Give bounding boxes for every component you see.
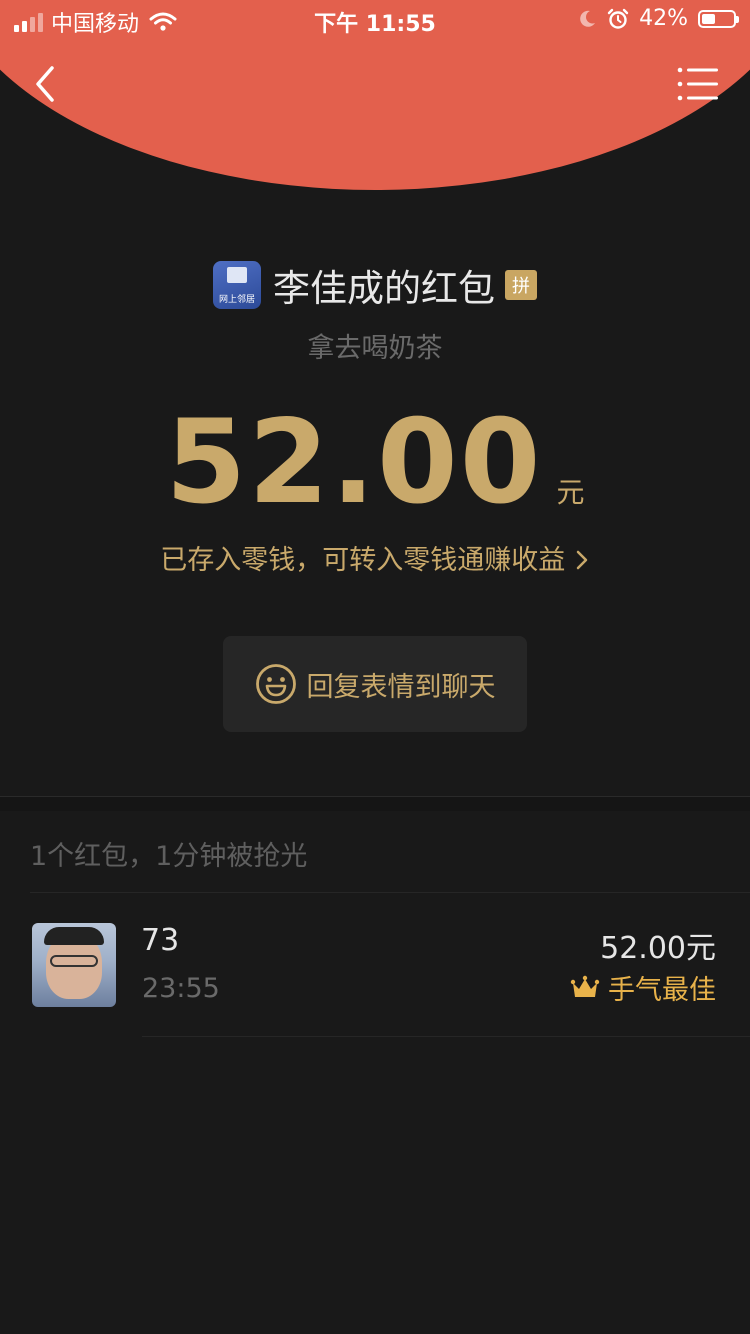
chevron-right-icon (576, 550, 588, 570)
status-bar: 中国移动 下午 11:55 42% (0, 0, 750, 40)
receive-time: 23:55 (142, 973, 220, 1004)
sender-avatar[interactable]: 网上邻居 (213, 261, 261, 309)
menu-button[interactable] (676, 64, 720, 104)
amount-unit: 元 (556, 476, 585, 509)
battery-fill (702, 13, 715, 24)
deposit-link-label: 已存入零钱，可转入零钱通赚收益 (160, 545, 574, 576)
receiver-avatar[interactable] (32, 923, 116, 1007)
best-luck-label: 手气最佳 (608, 975, 716, 1006)
record-row[interactable]: 73 23:55 52.00元 手气最佳 (0, 893, 750, 1037)
sender-avatar-text: 网上邻居 (218, 295, 255, 305)
battery-percent: 42% (639, 6, 688, 31)
back-button[interactable] (28, 62, 68, 106)
status-right: 42% (577, 6, 739, 31)
smiley-icon (255, 664, 296, 704)
amount-value: 52.00 (165, 395, 543, 530)
battery-icon (698, 9, 739, 28)
amount-row: 52.00 元 (0, 395, 750, 530)
sender-title: 李佳成的红包 (273, 267, 495, 310)
receiver-name: 73 (141, 923, 180, 958)
pin-badge: 拼 (505, 270, 537, 300)
crown-icon (570, 975, 600, 997)
moon-icon (580, 10, 596, 27)
alarm-icon (607, 8, 629, 29)
reply-sticker-button[interactable]: 回复表情到聊天 (223, 636, 527, 732)
chevron-left-icon (36, 66, 54, 102)
greeting-text: 拿去喝奶茶 (307, 333, 443, 364)
deposit-link[interactable]: 已存入零钱，可转入零钱通赚收益 (0, 538, 750, 577)
section-gap (0, 797, 750, 811)
sender-row: 网上邻居 李佳成的红包 拼 (0, 258, 750, 312)
divider (142, 1036, 750, 1037)
list-icon (677, 67, 718, 101)
computer-icon (227, 267, 247, 283)
avatar-hair (44, 927, 104, 945)
red-packet-detail-screen: 中国移动 下午 11:55 42% 网上邻居 李佳成的红包 拼 拿去喝奶茶 52… (0, 0, 750, 1334)
packet-summary: 1个红包，1分钟被抢光 (30, 841, 308, 872)
received-amount: 52.00元 (600, 931, 716, 966)
best-luck-badge: 手气最佳 (570, 968, 716, 1007)
reply-sticker-label: 回复表情到聊天 (306, 671, 496, 703)
avatar-glasses (50, 955, 98, 967)
